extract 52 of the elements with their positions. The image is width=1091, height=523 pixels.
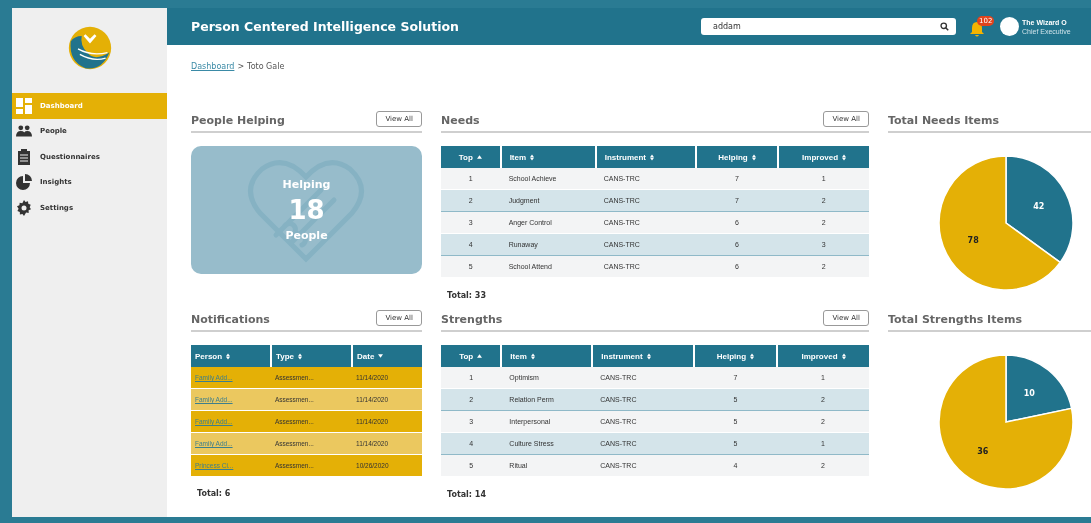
avatar[interactable] (1000, 17, 1019, 36)
data-label: 78 (967, 235, 979, 245)
sort-icon (751, 153, 756, 161)
sort-icon (842, 153, 847, 161)
section-title: Total Strengths Items (888, 313, 1022, 326)
people-label: People (285, 229, 328, 242)
section-title: Needs (441, 114, 480, 127)
sort-icon (297, 352, 302, 360)
column-header[interactable]: Helping (693, 345, 778, 367)
search-field[interactable]: addam (701, 18, 956, 35)
section-title: Total Needs Items (888, 114, 1000, 127)
total-label: Total: 14 (447, 490, 487, 499)
column-header[interactable]: Item (501, 345, 593, 367)
sort-icon (530, 153, 535, 161)
helping-label: Helping (282, 178, 331, 191)
sort-icon (646, 352, 651, 360)
column-header[interactable]: Helping (695, 146, 779, 168)
breadcrumb-current: Toto Gale (247, 62, 285, 73)
sort-icon (530, 352, 535, 360)
sort-icon (226, 352, 231, 360)
column-header[interactable]: Item (500, 146, 596, 168)
sort-icon (650, 153, 654, 161)
helping-count: 18 (288, 195, 325, 225)
column-header[interactable]: Instrument (592, 345, 694, 367)
clipboard-icon (16, 148, 32, 165)
column-header[interactable]: Top (441, 146, 501, 168)
data-label: 42 (1033, 202, 1045, 212)
column-header[interactable]: Improved (777, 345, 869, 367)
data-label: 36 (977, 446, 989, 456)
column-header[interactable]: Date (352, 345, 422, 367)
app-title: Person Centered Intelligence Solution (191, 19, 460, 34)
column-header[interactable]: Top (441, 345, 502, 367)
column-header[interactable]: Person (191, 345, 271, 367)
search-icon (940, 22, 949, 31)
people-icon (16, 123, 32, 140)
section-title: Notifications (191, 313, 270, 326)
total-label: Total: 6 (197, 489, 232, 498)
section-title: Strengths (441, 313, 503, 326)
sort-icon (841, 352, 846, 360)
gear-icon (16, 199, 32, 216)
section-title: People Helping (191, 114, 285, 127)
breadcrumb-separator: > (237, 62, 245, 73)
column-header[interactable]: Improved (778, 146, 869, 168)
dashboard-icon (16, 97, 32, 114)
sort-icon (750, 352, 755, 360)
logo-icon (66, 25, 113, 71)
column-header[interactable]: Instrument (595, 146, 696, 168)
column-header[interactable]: Type (270, 345, 352, 367)
data-label: 10 (1023, 389, 1035, 399)
total-label: Total: 33 (447, 291, 487, 300)
breadcrumb-link[interactable]: Dashboard (191, 62, 235, 86)
pie-chart-icon (16, 174, 32, 191)
